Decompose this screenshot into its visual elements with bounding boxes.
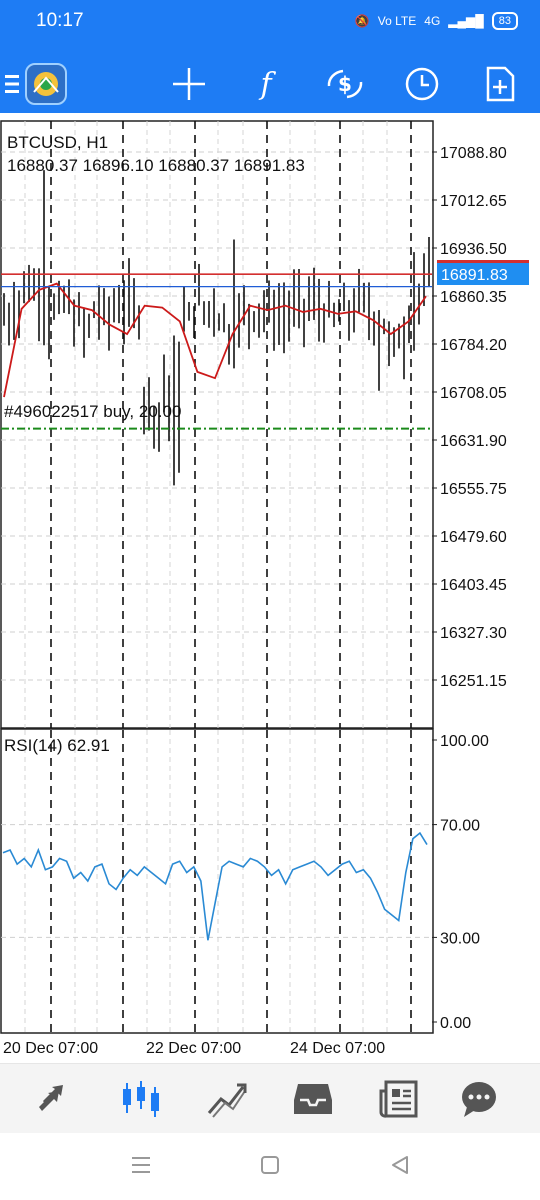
chart-area[interactable]: BTCUSD, H1 16880.37 16896.10 16880.37 16… xyxy=(0,120,540,1060)
current-price-label: 16891.83 xyxy=(441,267,508,284)
rsi-title: RSI(14) 62.91 xyxy=(4,736,110,755)
price-tick-label: 16708.05 xyxy=(440,385,507,402)
recent-apps-icon[interactable] xyxy=(130,1155,152,1180)
time-axis: 20 Dec 07:00 22 Dec 07:00 24 Dec 07:00 xyxy=(3,1040,385,1057)
price-tick-label: 16631.90 xyxy=(440,433,507,450)
rsi-tick-label: 0.00 xyxy=(440,1015,471,1032)
price-tick-label: 16327.30 xyxy=(440,625,507,642)
rsi-tick-label: 100.00 xyxy=(440,733,489,750)
rsi-tick-label: 70.00 xyxy=(440,818,480,835)
rsi-axis: 100.00 70.00 30.00 0.00 xyxy=(432,733,489,1032)
price-axis: 17088.80 17012.65 16936.50 16860.35 16784.20… xyxy=(432,145,507,690)
price-tick-label: 16403.45 xyxy=(440,577,507,594)
symbol-title: BTCUSD, H1 xyxy=(7,133,108,152)
price-tick-label: 16479.60 xyxy=(440,529,507,546)
signal-label: 4G xyxy=(424,14,441,28)
chart-icon[interactable] xyxy=(116,1074,166,1124)
trade-icon[interactable] xyxy=(202,1074,252,1124)
signal-icon: ▂▄▆█ xyxy=(448,14,484,28)
news-icon[interactable] xyxy=(374,1074,424,1124)
price-tick-label: 16251.15 xyxy=(440,673,507,690)
network-label: Vo LTE xyxy=(377,14,417,28)
rsi-tick-label: 30.00 xyxy=(440,930,480,947)
metatrader-logo[interactable] xyxy=(24,62,68,106)
time-tick-label: 20 Dec 07:00 xyxy=(3,1040,98,1057)
bottom-navigation xyxy=(0,1063,540,1134)
order-label: #496022517 buy, 20.00 xyxy=(4,402,181,421)
back-icon[interactable] xyxy=(390,1155,410,1180)
clock-icon[interactable] xyxy=(400,62,444,106)
time-tick-label: 24 Dec 07:00 xyxy=(290,1040,385,1057)
rsi-panel-frame xyxy=(0,728,434,1034)
chat-icon[interactable] xyxy=(454,1074,504,1124)
price-tick-label: 16555.75 xyxy=(440,481,507,498)
top-toolbar: 10:17 🔕 Vo LTE 4G ▂▄▆█ 83 f $ xyxy=(0,0,540,113)
symbol-change-icon[interactable]: $ xyxy=(323,62,367,106)
price-tick-label: 16784.20 xyxy=(440,337,507,354)
history-icon[interactable] xyxy=(288,1074,338,1124)
home-icon[interactable] xyxy=(260,1155,280,1180)
price-tick-label: 16860.35 xyxy=(440,289,507,306)
battery-indicator: 83 xyxy=(491,12,518,30)
function-icon[interactable]: f xyxy=(244,62,288,106)
price-panel-frame xyxy=(0,120,434,729)
price-tick-label: 17012.65 xyxy=(440,193,507,210)
add-file-icon[interactable] xyxy=(478,62,522,106)
mute-icon: 🔕 xyxy=(354,14,370,28)
price-tick-label: 16936.50 xyxy=(440,241,507,258)
crosshair-icon[interactable] xyxy=(167,62,211,106)
ohlc-values: 16880.37 16896.10 16880.37 16891.83 xyxy=(7,156,305,175)
function-label: f xyxy=(260,66,272,102)
svg-text:$: $ xyxy=(338,72,352,96)
time-tick-label: 22 Dec 07:00 xyxy=(146,1040,241,1057)
quotes-icon[interactable] xyxy=(30,1074,80,1124)
system-navigation xyxy=(0,1133,540,1200)
price-tick-label: 17088.80 xyxy=(440,145,507,162)
status-icons: 🔕 Vo LTE 4G ▂▄▆█ 83 xyxy=(355,12,518,30)
status-time: 10:17 xyxy=(36,10,84,31)
